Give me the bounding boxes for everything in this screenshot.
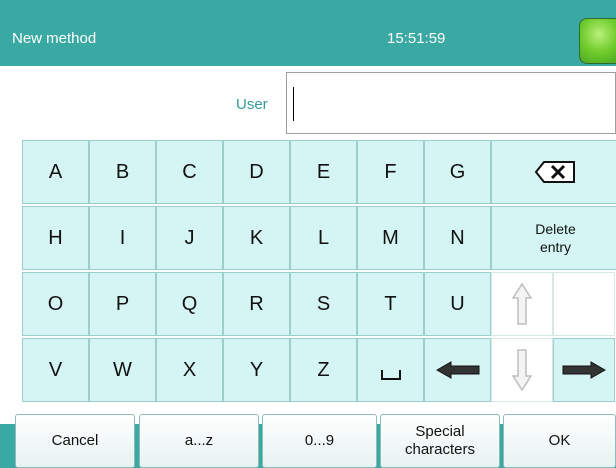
arrow-right-icon [562, 361, 607, 379]
key-l[interactable]: L [290, 206, 357, 270]
backspace-icon [534, 161, 575, 183]
key-a[interactable]: A [22, 140, 89, 204]
cancel-button[interactable]: Cancel [15, 414, 135, 468]
key-v[interactable]: V [22, 338, 89, 402]
lowercase-button[interactable]: a...z [139, 414, 259, 468]
key-q[interactable]: Q [156, 272, 223, 336]
user-field-label: User [236, 96, 268, 113]
key-h[interactable]: H [22, 206, 89, 270]
key-j[interactable]: J [156, 206, 223, 270]
key-y[interactable]: Y [223, 338, 290, 402]
ok-button[interactable]: OK [503, 414, 616, 468]
header-bar: New method 15:51:59 [0, 0, 616, 66]
key-b[interactable]: B [89, 140, 156, 204]
numbers-button[interactable]: 0...9 [262, 414, 377, 468]
key-t[interactable]: T [357, 272, 424, 336]
arrow-up-icon [511, 282, 533, 325]
arrow-left-button[interactable] [424, 338, 491, 402]
text-caret [293, 87, 294, 121]
arrow-down-button[interactable] [491, 338, 553, 402]
key-d[interactable]: D [223, 140, 290, 204]
arrow-down-icon [511, 349, 533, 392]
empty-key [553, 272, 615, 336]
delete-entry-button[interactable]: Delete entry [491, 206, 616, 270]
key-e[interactable]: E [290, 140, 357, 204]
key-p[interactable]: P [89, 272, 156, 336]
key-w[interactable]: W [89, 338, 156, 402]
backspace-button[interactable] [491, 140, 616, 204]
status-indicator[interactable] [579, 18, 616, 64]
user-input[interactable] [286, 72, 616, 134]
key-n[interactable]: N [424, 206, 491, 270]
key-i[interactable]: I [89, 206, 156, 270]
arrow-right-button[interactable] [553, 338, 615, 402]
space-icon [380, 370, 401, 380]
key-x[interactable]: X [156, 338, 223, 402]
key-c[interactable]: C [156, 140, 223, 204]
key-f[interactable]: F [357, 140, 424, 204]
key-z[interactable]: Z [290, 338, 357, 402]
key-m[interactable]: M [357, 206, 424, 270]
key-u[interactable]: U [424, 272, 491, 336]
special-characters-button[interactable]: Special characters [380, 414, 500, 468]
arrow-left-icon [435, 361, 479, 379]
arrow-up-button[interactable] [491, 272, 553, 336]
space-key[interactable] [357, 338, 424, 402]
key-s[interactable]: S [290, 272, 357, 336]
key-o[interactable]: O [22, 272, 89, 336]
key-g[interactable]: G [424, 140, 491, 204]
clock-time: 15:51:59 [387, 30, 446, 47]
page-title: New method [12, 30, 97, 47]
key-k[interactable]: K [223, 206, 290, 270]
key-r[interactable]: R [223, 272, 290, 336]
